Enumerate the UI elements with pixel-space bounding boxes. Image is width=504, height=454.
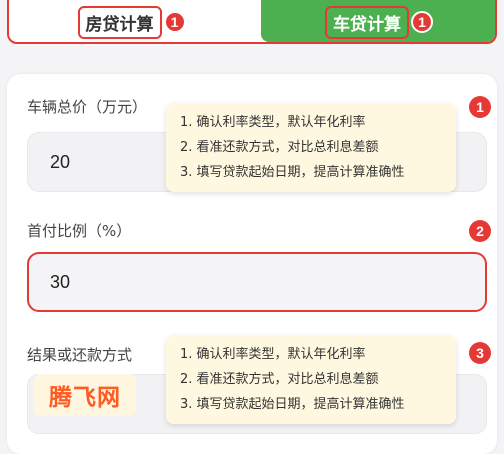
tip-line-1: 1. 确认利率类型，默认年化利率 xyxy=(180,115,366,130)
tab-car-loan-label: 车贷计算 xyxy=(325,5,409,39)
tips-note-bottom: 1. 确认利率类型，默认年化利率 2. 看准还款方式，对比总利息差额 3. 填写… xyxy=(166,335,456,424)
tip-line-2: 2. 看准还款方式，对比总利息差额 xyxy=(180,140,379,155)
tab-car-loan[interactable]: 车贷计算 1 xyxy=(261,0,495,42)
vehicle-price-label: 车辆总价（万元） xyxy=(27,98,148,116)
tip-line-3: 3. 填写贷款起始日期，提高计算准确性 xyxy=(180,397,405,412)
down-payment-input[interactable]: 30 xyxy=(27,252,487,312)
tips-note-top: 1. 确认利率类型，默认年化利率 2. 看准还款方式，对比总利息差额 3. 填写… xyxy=(166,103,456,192)
repayment-method-badge: 3 xyxy=(469,342,491,364)
watermark-logo: 腾飞网 xyxy=(34,374,136,416)
tip-line-1: 1. 确认利率类型，默认年化利率 xyxy=(180,347,366,362)
repayment-method-label: 结果或还款方式 xyxy=(27,346,133,364)
tip-line-3: 3. 填写贷款起始日期，提高计算准确性 xyxy=(180,165,405,180)
down-payment-badge: 2 xyxy=(469,220,491,242)
tab-house-loan-label: 房贷计算 xyxy=(77,5,162,39)
tab-car-loan-badge: 1 xyxy=(411,11,433,33)
down-payment-label: 首付比例（%） xyxy=(27,222,132,240)
vehicle-price-badge: 1 xyxy=(469,96,491,118)
loan-type-tabs: 房贷计算 1 车贷计算 1 xyxy=(7,0,497,44)
tab-house-loan[interactable]: 房贷计算 1 xyxy=(9,0,254,42)
tip-line-2: 2. 看准还款方式，对比总利息差额 xyxy=(180,372,379,387)
tab-house-loan-badge: 1 xyxy=(163,11,186,33)
